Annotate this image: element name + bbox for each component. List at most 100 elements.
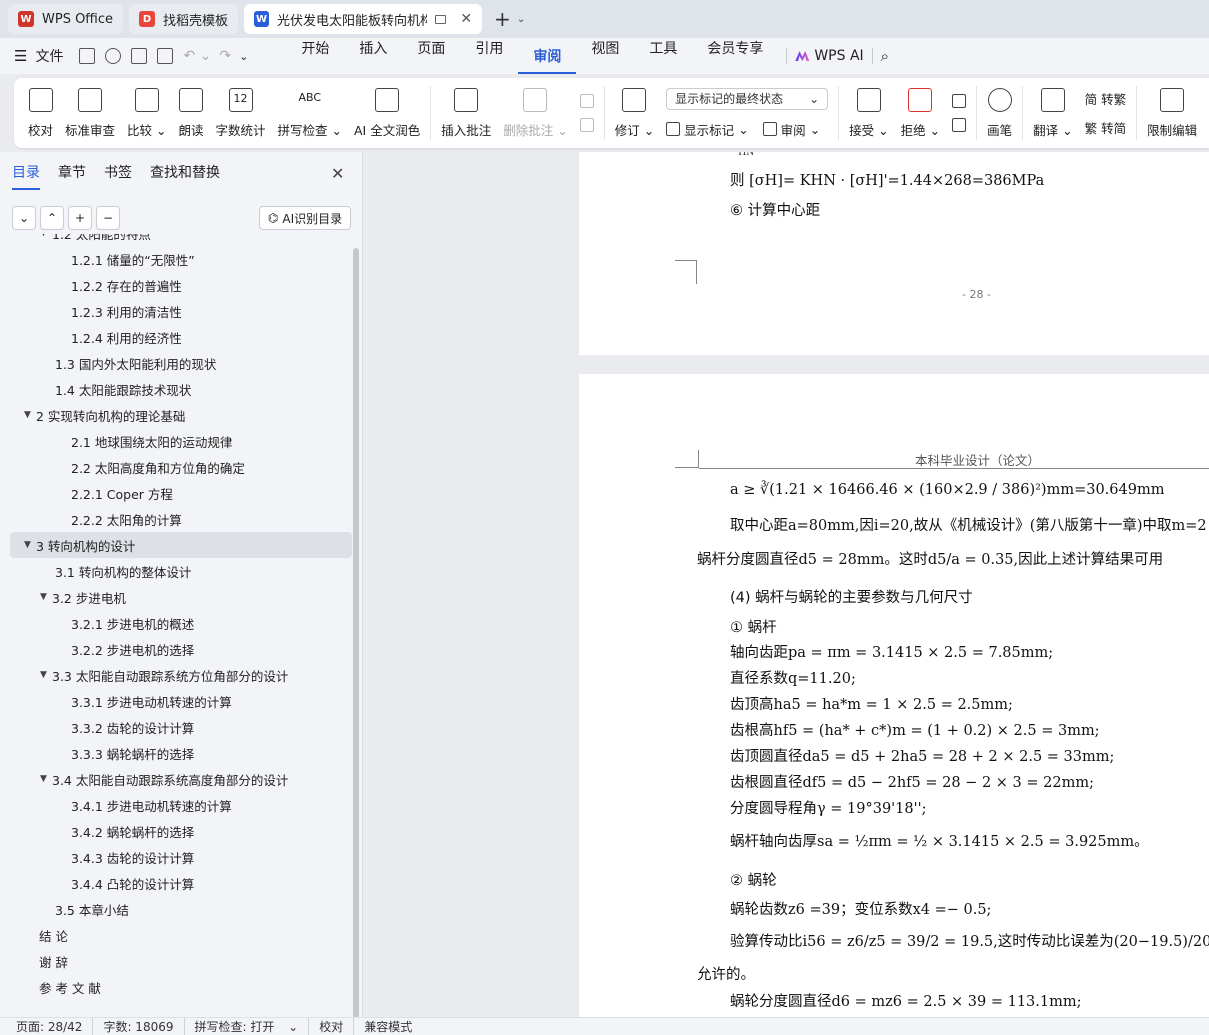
next-comment-icon[interactable] <box>579 118 594 132</box>
toc-item[interactable]: ▼ 3.2 步进电机 <box>10 584 352 610</box>
show-markup-button[interactable]: 显示标记 ⌄ <box>666 120 749 139</box>
collapse-chevron-down-icon[interactable]: ⌄ <box>12 206 36 230</box>
spell-check-button[interactable]: ABC 拼写检查 ⌄ <box>272 78 348 148</box>
markup-display-select[interactable]: 显示标记的最终状态 ⌄ <box>666 87 829 110</box>
toc-item[interactable]: 2.1 地球围绕太阳的运动规律 <box>10 428 352 454</box>
tab-reference[interactable]: 引用 <box>460 38 518 74</box>
nav-tab-chapter[interactable]: 章节 <box>58 162 86 190</box>
toc-item[interactable]: ▼ 3.4 太阳能自动跟踪系统高度角部分的设计 <box>10 766 352 792</box>
reject-button[interactable]: 拒绝 ⌄ <box>895 78 946 148</box>
wps-ai-button[interactable]: WPS AI <box>795 48 864 64</box>
toc-item[interactable]: 3.4.3 齿轮的设计计算 <box>10 844 352 870</box>
accept-button[interactable]: 接受 ⌄ <box>843 78 894 148</box>
tab-docer[interactable]: D 找稻壳模板 <box>129 4 239 34</box>
to-simplified-button[interactable]: 繁 转简 <box>1085 118 1127 137</box>
ai-polish-button[interactable]: AI 全文润色 <box>348 78 426 148</box>
toc-item[interactable]: 2.2.2 太阳角的计算 <box>10 506 352 532</box>
toc-item[interactable]: 参 考 文 献 <box>10 974 352 1000</box>
toc-item[interactable]: 谢 辞 <box>10 948 352 974</box>
ink-button[interactable]: 画笔 <box>981 78 1018 148</box>
expand-chevron-up-icon[interactable]: ⌃ <box>40 206 64 230</box>
chevron-down-icon[interactable]: ⌄ <box>517 14 525 25</box>
to-traditional-button[interactable]: 简 转繁 <box>1085 89 1127 108</box>
expand-triangle-icon[interactable]: ▼ <box>40 592 52 602</box>
toc-item[interactable]: 3.4.1 步进电动机转速的计算 <box>10 792 352 818</box>
tab-membership[interactable]: 会员专享 <box>692 38 778 74</box>
insert-comment-button[interactable]: 插入批注 <box>435 78 497 148</box>
nav-scrollbar[interactable] <box>353 248 359 1018</box>
undo-icon[interactable]: ↶ ⌄ <box>183 48 211 64</box>
status-word-count[interactable]: 字数: 18069 <box>93 1018 185 1035</box>
nav-tab-find-replace[interactable]: 查找和替换 <box>150 162 220 190</box>
toc-item[interactable]: 3.3.2 齿轮的设计计算 <box>10 714 352 740</box>
print-icon[interactable] <box>131 48 148 64</box>
compare-button[interactable]: 比较 ⌄ <box>121 78 172 148</box>
add-heading-plus-icon[interactable]: + <box>68 206 92 230</box>
nav-tab-toc[interactable]: 目录 <box>12 162 40 190</box>
status-proofread[interactable]: 校对 <box>309 1018 355 1035</box>
tab-view[interactable]: 视图 <box>576 38 634 74</box>
translate-button[interactable]: 翻译 ⌄ <box>1027 78 1078 148</box>
tab-insert[interactable]: 插入 <box>344 38 402 74</box>
toc-item[interactable]: 3.4.4 凸轮的设计计算 <box>10 870 352 896</box>
toc-item[interactable]: 3.2.2 步进电机的选择 <box>10 636 352 662</box>
expand-triangle-icon[interactable]: ▼ <box>24 540 36 550</box>
redo-icon[interactable]: ↷ <box>219 48 231 64</box>
toc-item[interactable]: 3.5 本章小结 <box>10 896 352 922</box>
toc-item[interactable]: 1.2.2 存在的普遍性 <box>10 272 352 298</box>
toc-item[interactable]: 1.2.4 利用的经济性 <box>10 324 352 350</box>
toc-item[interactable]: 3.3.3 蜗轮蜗杆的选择 <box>10 740 352 766</box>
expand-triangle-icon[interactable]: ▼ <box>24 410 36 420</box>
tab-tools[interactable]: 工具 <box>634 38 692 74</box>
previous-comment-icon[interactable] <box>579 94 594 108</box>
expand-triangle-icon[interactable]: ▼ <box>40 670 52 680</box>
toc-item[interactable]: ▼1.2 太阳能的特点 <box>10 234 352 246</box>
expand-triangle-icon[interactable]: ▼ <box>40 774 52 784</box>
toc-item[interactable]: 3.4.2 蜗轮蜗杆的选择 <box>10 818 352 844</box>
hamburger-icon[interactable]: ☰ <box>14 47 27 65</box>
previous-change-icon[interactable] <box>952 94 967 108</box>
toc-item[interactable]: 2.2.1 Coper 方程 <box>10 480 352 506</box>
toc-item[interactable]: 1.3 国内外太阳能利用的现状 <box>10 350 352 376</box>
tab-review[interactable]: 审阅 <box>518 46 577 74</box>
document-area[interactable]: KHN √0.054×10⁷ 1.44 则 [σH]= KHN · [σH]'=… <box>364 152 1209 1017</box>
review-pane-button[interactable]: 审阅 ⌄ <box>762 120 820 139</box>
nav-tab-bookmark[interactable]: 书签 <box>104 162 132 190</box>
remove-heading-minus-icon[interactable]: − <box>96 206 120 230</box>
toc-item[interactable]: ▼ 3.3 太阳能自动跟踪系统方位角部分的设计 <box>10 662 352 688</box>
restrict-edit-button[interactable]: 限制编辑 <box>1141 78 1203 148</box>
toc-item[interactable]: ▼ 3 转向机构的设计 <box>10 532 352 558</box>
toc-item[interactable]: 2.2 太阳高度角和方位角的确定 <box>10 454 352 480</box>
word-count-button[interactable]: 12 字数统计 <box>210 78 272 148</box>
toc-item[interactable]: 1.2.1 储量的“无限性” <box>10 246 352 272</box>
monitor-icon[interactable] <box>434 14 447 24</box>
toc-item[interactable]: ▼ 2 实现转向机构的理论基础 <box>10 402 352 428</box>
toc-item[interactable]: 结 论 <box>10 922 352 948</box>
search-icon[interactable]: ⌕ <box>881 47 889 65</box>
close-icon[interactable]: ✕ <box>331 164 344 183</box>
tab-wps-office[interactable]: W WPS Office <box>8 4 124 34</box>
track-changes-button[interactable]: 修订 ⌄ <box>609 78 660 148</box>
tab-page[interactable]: 页面 <box>402 38 460 74</box>
status-spell-check[interactable]: 拼写检查: 打开 ⌄ <box>185 1018 310 1035</box>
toc-item[interactable]: 1.2.3 利用的清洁性 <box>10 298 352 324</box>
save-icon[interactable] <box>79 48 96 64</box>
file-menu[interactable]: 文件 <box>35 46 63 66</box>
tab-home[interactable]: 开始 <box>286 38 344 74</box>
delete-comment-button[interactable]: 删除批注 ⌄ <box>497 78 573 148</box>
toc-item[interactable]: 3.3.1 步进电动机转速的计算 <box>10 688 352 714</box>
print-preview-icon[interactable] <box>157 48 174 64</box>
format-painter-icon[interactable] <box>105 48 122 64</box>
close-icon[interactable]: ✕ <box>460 11 472 27</box>
toc-item[interactable]: 1.4 太阳能跟踪技术现状 <box>10 376 352 402</box>
ai-toc-button[interactable]: ⌬ AI识别目录 <box>259 206 351 230</box>
tab-document[interactable]: W 光伏发电太阳能板转向机构设 ✕ <box>244 4 483 34</box>
toc-item[interactable]: 3.2.1 步进电机的概述 <box>10 610 352 636</box>
status-page[interactable]: 页面: 28/42 <box>16 1018 94 1035</box>
toc-item[interactable]: 3.1 转向机构的整体设计 <box>10 558 352 584</box>
new-tab-plus-icon[interactable]: + <box>494 7 511 31</box>
more-chevron-icon[interactable]: ⌄ <box>239 50 248 63</box>
proofread-button[interactable]: 校对 <box>22 78 59 148</box>
read-aloud-button[interactable]: 朗读 <box>173 78 210 148</box>
expand-triangle-icon[interactable]: ▼ <box>40 234 52 238</box>
